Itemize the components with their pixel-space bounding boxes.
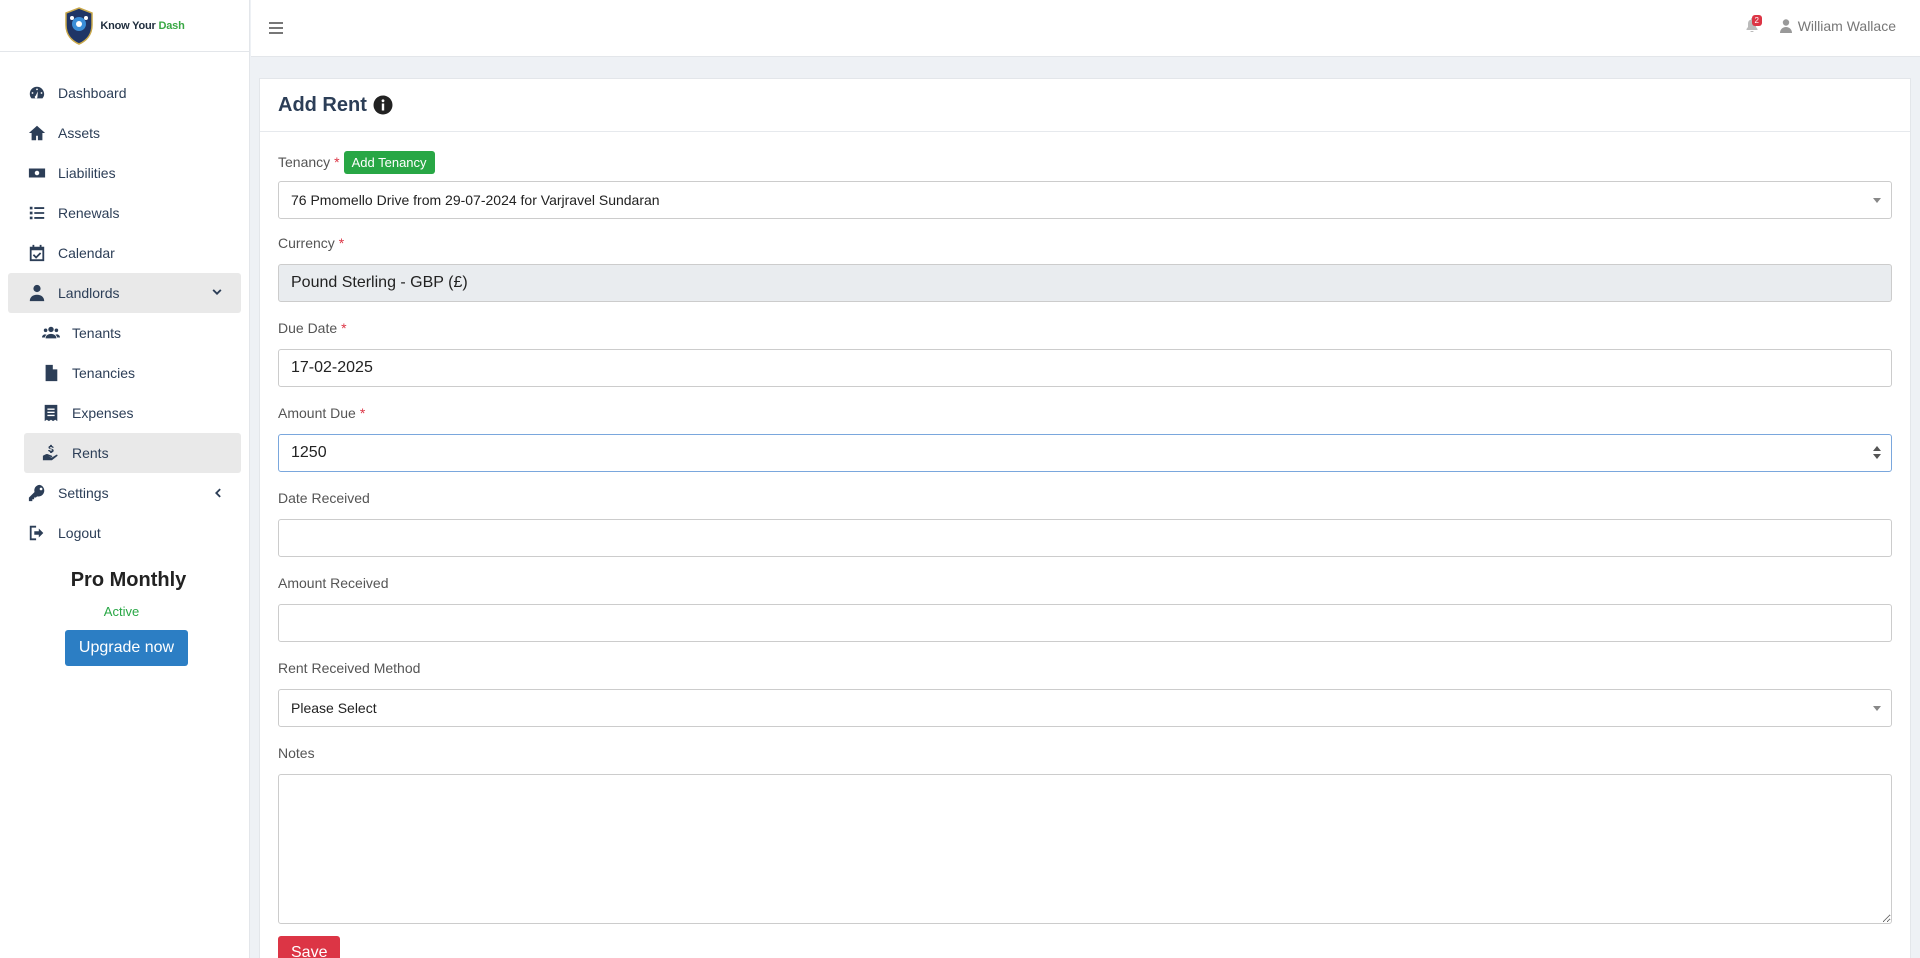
sidebar-item-liabilities[interactable]: Liabilities: [0, 153, 249, 193]
notification-count-badge: 2: [1751, 15, 1762, 26]
sidebar-item-label: Liabilities: [58, 165, 116, 181]
tenancy-select[interactable]: 76 Pmomello Drive from 29-07-2024 for Va…: [278, 181, 1892, 219]
due-date-input[interactable]: 17-02-2025: [278, 349, 1892, 387]
sidebar-item-expenses[interactable]: Expenses: [0, 393, 249, 433]
sidebar-item-label: Expenses: [72, 405, 134, 421]
sidebar-item-label: Assets: [58, 125, 101, 141]
add-tenancy-button[interactable]: Add Tenancy: [343, 150, 435, 174]
sidebar-item-label: Calendar: [58, 245, 115, 261]
dropdown-caret-icon: [1873, 706, 1881, 711]
amount-due-field: Amount Due * 1250: [278, 405, 1892, 472]
method-select[interactable]: Please Select: [278, 689, 1892, 727]
topbar: 2 William Wallace: [251, 0, 1920, 57]
sidebar-item-label: Settings: [58, 485, 109, 501]
date-received-input[interactable]: [278, 519, 1892, 557]
hand-holding-dollar-icon: [42, 444, 60, 462]
currency-label: Currency *: [278, 235, 345, 251]
sidebar-item-logout[interactable]: Logout: [0, 513, 249, 553]
method-field: Rent Received Method Please Select: [278, 660, 1892, 727]
list-icon: [28, 204, 46, 222]
user-menu[interactable]: William Wallace: [1779, 18, 1896, 34]
card-header: Add Rent: [260, 79, 1910, 132]
dropdown-caret-icon: [1873, 198, 1881, 203]
calendar-check-icon: [28, 244, 46, 262]
notes-label: Notes: [278, 745, 315, 761]
due-date-field: Due Date * 17-02-2025: [278, 320, 1892, 387]
sidebar-nav-bottom: Settings Logout: [0, 473, 249, 553]
sidebar-nav: Dashboard Assets Liabilities Renewals Ca…: [0, 52, 249, 313]
sidebar-item-dashboard[interactable]: Dashboard: [0, 73, 249, 113]
sidebar-item-landlords[interactable]: Landlords: [8, 273, 241, 313]
receipt-icon: [42, 404, 60, 422]
sidebar: Know Your Dash Dashboard Assets Liabilit…: [0, 0, 250, 958]
info-icon[interactable]: [373, 95, 393, 115]
plan-panel: Pro Monthly Active Upgrade now: [0, 569, 249, 666]
chevron-down-icon: [211, 286, 223, 298]
sidebar-item-tenancies[interactable]: Tenancies: [0, 353, 249, 393]
sidebar-item-rents[interactable]: Rents: [24, 433, 241, 473]
amount-received-input[interactable]: [278, 604, 1892, 642]
sidebar-item-label: Rents: [72, 445, 109, 461]
plan-name: Pro Monthly: [70, 569, 187, 591]
key-icon: [28, 484, 46, 502]
save-button[interactable]: Save: [278, 936, 341, 958]
landlords-submenu: Tenants Tenancies Expenses Rents: [0, 313, 249, 473]
amount-due-input[interactable]: 1250: [278, 434, 1892, 472]
notes-textarea[interactable]: [278, 774, 1892, 924]
sidebar-item-label: Dashboard: [58, 85, 127, 101]
brand[interactable]: Know Your Dash: [0, 0, 249, 52]
amount-due-label: Amount Due *: [278, 405, 366, 421]
amount-received-label: Amount Received: [278, 575, 389, 591]
currency-field: Currency * Pound Sterling - GBP (£): [278, 235, 1892, 302]
amount-received-field: Amount Received: [278, 575, 1892, 642]
form-actions: Save: [278, 936, 1892, 958]
hamburger-menu-icon[interactable]: [269, 22, 283, 34]
brand-name: Know Your Dash: [100, 19, 185, 32]
tenancy-label: Tenancy * Add Tenancy: [278, 150, 1892, 174]
notes-field: Notes: [278, 745, 1892, 924]
sidebar-item-label: Landlords: [58, 285, 120, 301]
date-received-label: Date Received: [278, 490, 370, 506]
file-contract-icon: [42, 364, 60, 382]
rent-form: Tenancy * Add Tenancy 76 Pmomello Drive f…: [260, 150, 1910, 958]
upgrade-button[interactable]: Upgrade now: [64, 630, 189, 666]
due-date-label: Due Date *: [278, 320, 347, 336]
tenancy-field: Tenancy * Add Tenancy 76 Pmomello Drive f…: [278, 150, 1892, 219]
user-icon: [1779, 19, 1792, 33]
page-title: Add Rent: [278, 93, 367, 116]
sidebar-item-assets[interactable]: Assets: [0, 113, 249, 153]
sidebar-item-label: Tenants: [72, 325, 122, 341]
plan-status: Active: [103, 604, 140, 619]
home-icon: [28, 124, 46, 142]
sign-out-icon: [28, 524, 46, 542]
currency-input: Pound Sterling - GBP (£): [278, 264, 1892, 302]
sidebar-item-label: Renewals: [58, 205, 120, 221]
money-bill-icon: [28, 164, 46, 182]
notifications-button[interactable]: 2: [1746, 15, 1762, 34]
method-label: Rent Received Method: [278, 660, 421, 676]
user-name: William Wallace: [1797, 18, 1896, 34]
sidebar-item-settings[interactable]: Settings: [0, 473, 249, 513]
sidebar-item-tenants[interactable]: Tenants: [0, 313, 249, 353]
add-rent-card: Add Rent Tenancy * Add Tenancy 76 Pmomell…: [259, 78, 1911, 958]
number-spinner-icon[interactable]: [1873, 446, 1881, 460]
sidebar-item-label: Logout: [58, 525, 101, 541]
sidebar-item-label: Tenancies: [72, 365, 136, 381]
gauge-icon: [28, 84, 46, 102]
chevron-left-icon: [211, 486, 223, 498]
sidebar-item-renewals[interactable]: Renewals: [0, 193, 249, 233]
sidebar-item-calendar[interactable]: Calendar: [0, 233, 249, 273]
date-received-field: Date Received: [278, 490, 1892, 557]
shield-logo-icon: [65, 6, 94, 45]
users-icon: [42, 324, 60, 342]
user-tie-icon: [28, 284, 46, 302]
